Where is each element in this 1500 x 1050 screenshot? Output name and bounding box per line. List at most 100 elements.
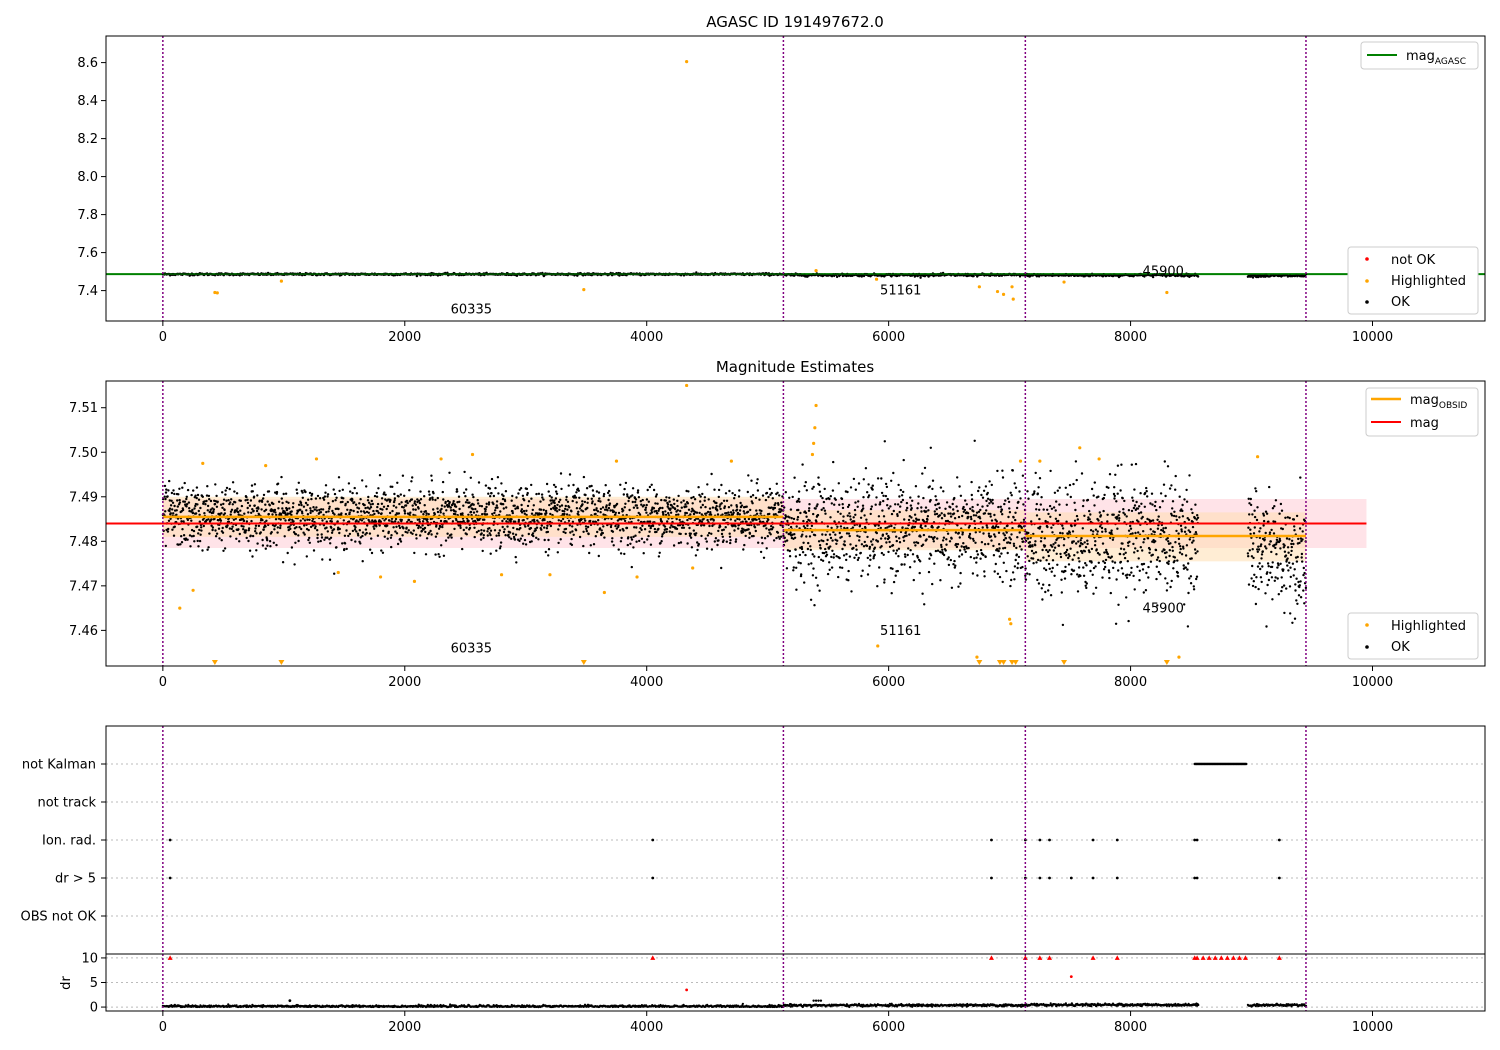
ok-point [454,510,457,513]
ok-point [286,551,289,555]
ok-point [807,541,810,545]
ok-point [1071,558,1074,561]
ok-point [322,498,326,501]
ok-point [1015,553,1018,556]
ok-point [797,508,800,512]
ok-point [841,566,844,569]
ok-point [849,486,853,489]
ok-point [492,502,495,506]
ok-point [998,543,1001,546]
ok-point [631,487,635,490]
ok-point [599,511,602,514]
ok-point [256,542,259,545]
ok-point [581,500,584,503]
ok-point [991,498,994,502]
ok-point [818,483,821,487]
ok-point [211,528,214,532]
ok-point [345,529,348,532]
ok-point [1013,578,1016,581]
ok-point [496,476,500,479]
ok-point [650,483,653,486]
ok-point [716,513,720,516]
ok-point [882,499,885,503]
ok-point [299,519,302,522]
ok-point [770,506,773,509]
ok-point [556,503,559,507]
ok-point [504,534,507,537]
highlighted-point [582,288,586,292]
ok-point [636,506,639,510]
p1-xtick-label: 8000 [1114,330,1147,345]
ok-point [1046,508,1049,511]
ok-point [222,549,225,552]
ok-point [308,541,311,544]
ok-point [277,507,280,510]
ok-point [747,474,750,477]
ok-point [284,511,287,515]
ok-point [343,534,347,537]
ok-point [880,477,883,480]
ok-point [165,488,168,491]
ok-point [185,495,188,498]
ok-point [874,503,877,506]
ok-point [432,492,435,495]
ok-point [1066,493,1069,496]
ok-point [1009,538,1013,541]
ok-point [567,519,571,522]
ok-point [1018,531,1021,534]
ok-point [234,501,237,504]
ok-point [898,510,901,514]
ok-point [266,544,269,547]
ok-point [305,555,308,558]
ok-point [326,493,330,496]
ok-point [660,535,664,538]
ok-point [913,513,917,516]
ok-point [200,526,203,529]
ok-point [981,505,984,508]
ok-point [688,526,691,530]
ok-point [231,481,235,484]
ok-point [808,535,812,538]
ok-point [619,552,623,555]
ok-point [941,539,945,542]
ok-point [383,491,386,494]
ok-point [962,542,965,545]
ok-point [958,555,961,558]
ok-point [405,499,409,503]
ok-point [746,510,750,513]
ok-point [308,536,311,540]
p1-ytick-label: 7.4 [77,284,98,299]
ok-point [955,545,959,549]
ok-point [897,483,900,487]
ok-point [1028,559,1031,563]
ok-point [1014,518,1017,522]
ok-point [899,505,902,508]
ok-point [523,538,527,542]
ok-point [735,505,739,508]
ok-point [998,575,1002,579]
ok-point [442,498,445,501]
ok-point [1056,489,1060,492]
ok-point [1015,546,1018,550]
ok-point [369,506,373,509]
ok-point [855,553,858,557]
ok-point [1006,524,1009,527]
ok-point [957,531,960,535]
ok-point [627,536,630,539]
ok-point [276,526,279,529]
ok-point [598,497,601,500]
ok-point [513,504,516,507]
ok-point [371,502,374,506]
ok-point [279,524,282,527]
ok-point [533,520,536,523]
ok-point [316,533,319,536]
ok-point [711,506,715,509]
ok-point [668,530,671,533]
ok-point [177,493,180,496]
ok-point [988,480,991,483]
ok-point [368,532,372,535]
ok-point [568,506,571,509]
ok-point [418,501,422,505]
ok-point [635,526,638,529]
ok-point [607,498,610,502]
